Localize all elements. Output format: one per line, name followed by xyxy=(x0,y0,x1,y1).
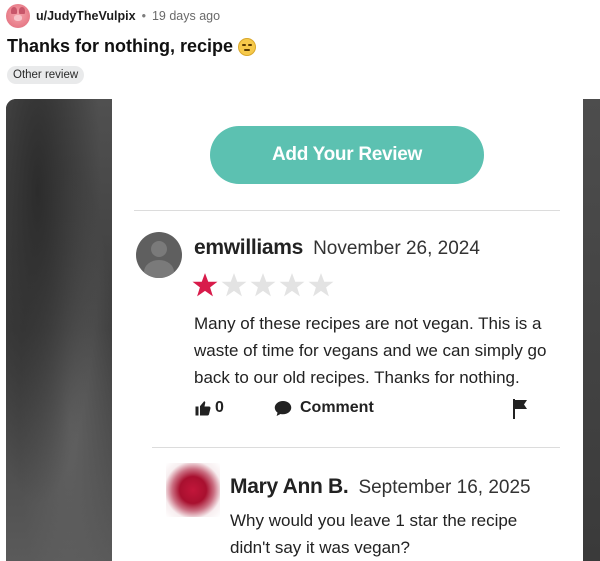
review-date: November 26, 2024 xyxy=(313,238,480,259)
speech-bubble-icon xyxy=(274,400,292,416)
comment-label: Comment xyxy=(300,399,374,416)
review-actions: 0 Comment xyxy=(194,399,534,421)
divider xyxy=(134,210,560,211)
separator-dot: • xyxy=(141,9,146,23)
star-empty-icon xyxy=(308,273,334,297)
flushed-face-emoji-icon xyxy=(238,37,257,56)
reply-text: Why would you leave 1 star the recipe di… xyxy=(230,511,518,557)
reviewer-name: emwilliams xyxy=(194,236,304,259)
like-count: 0 xyxy=(215,399,224,416)
report-flag-button[interactable] xyxy=(512,399,528,424)
star-rating xyxy=(192,272,334,298)
reply-author: Mary Ann B. xyxy=(230,475,349,498)
reviewer-avatar xyxy=(136,232,182,278)
reply-avatar xyxy=(166,463,220,517)
post-title[interactable]: Thanks for nothing, recipe xyxy=(7,36,233,57)
post-age: 19 days ago xyxy=(151,9,221,23)
reviewer-header: emwilliams November 26, 2024 xyxy=(194,236,480,260)
reviews-panel: Add Your Review emwilliams November 26, … xyxy=(112,99,583,561)
comment-button[interactable]: Comment xyxy=(274,399,374,417)
flag-icon xyxy=(513,399,527,419)
divider xyxy=(152,447,560,448)
like-button[interactable]: 0 xyxy=(194,399,224,417)
blurred-background xyxy=(6,99,112,561)
star-filled-icon xyxy=(192,273,218,297)
star-empty-icon xyxy=(221,273,247,297)
post-image[interactable]: Add Your Review emwilliams November 26, … xyxy=(6,99,600,561)
star-empty-icon xyxy=(250,273,276,297)
thumbs-up-icon xyxy=(195,401,211,416)
post-title-row: Thanks for nothing, recipe xyxy=(7,36,257,57)
reply-header: Mary Ann B. September 16, 2025 xyxy=(230,475,531,499)
reply-date: September 16, 2025 xyxy=(358,477,531,498)
username-link[interactable]: u/JudyTheVulpix xyxy=(36,9,136,23)
post-flair[interactable]: Other review xyxy=(7,66,85,84)
blurred-background-right xyxy=(583,99,600,561)
add-review-button[interactable]: Add Your Review xyxy=(210,126,484,184)
review-text: Many of these recipes are not vegan. Thi… xyxy=(194,314,547,387)
post-meta: u/JudyTheVulpix • 19 days ago xyxy=(6,3,220,29)
star-empty-icon xyxy=(279,273,305,297)
user-avatar[interactable] xyxy=(6,4,30,28)
